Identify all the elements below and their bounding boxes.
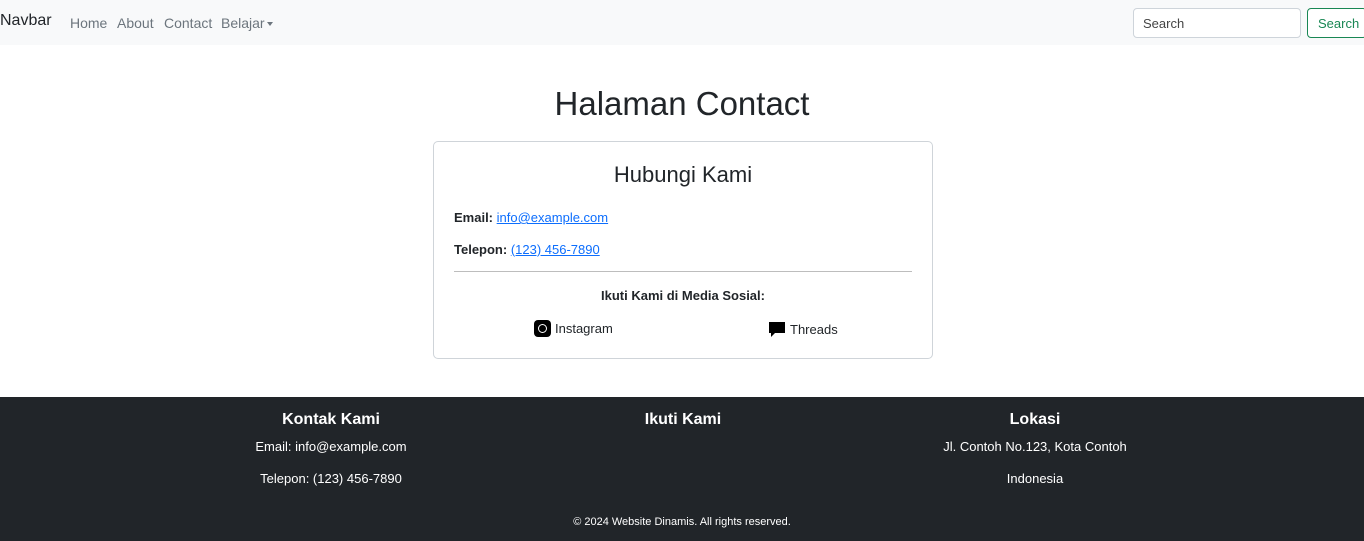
email-line: Email: info@example.com (454, 210, 608, 225)
search-input[interactable] (1133, 8, 1301, 38)
email-label: Email: (454, 210, 494, 225)
nav-link-home[interactable]: Home (70, 15, 107, 31)
copyright: © 2024 Website Dinamis. All rights reser… (573, 516, 791, 528)
footer-follow-column: Ikuti Kami (533, 411, 833, 431)
email-link[interactable]: info@example.com (497, 210, 608, 225)
navbar: Navbar Home About Contact Belajar Search (0, 0, 1364, 45)
instagram-icon (534, 320, 551, 337)
phone-line: Telepon: (123) 456-7890 (454, 242, 600, 257)
footer-address: Jl. Contoh No.123, Kota Contoh (943, 439, 1127, 454)
footer-contact-column: Kontak Kami Email: info@example.com Tele… (181, 411, 481, 486)
social-link-instagram[interactable]: Instagram (534, 320, 613, 337)
footer-location-heading: Lokasi (1009, 411, 1061, 428)
footer-country: Indonesia (1006, 471, 1064, 486)
footer-phone: Telepon: (123) 456-7890 (260, 471, 402, 486)
footer: Kontak Kami Email: info@example.com Tele… (0, 397, 1364, 541)
footer-email: Email: info@example.com (255, 439, 407, 454)
divider (454, 271, 912, 272)
phone-link[interactable]: (123) 456-7890 (511, 242, 600, 257)
card-title: Hubungi Kami (613, 162, 753, 187)
search-button[interactable]: Search (1307, 8, 1364, 38)
navbar-brand[interactable]: Navbar (0, 12, 52, 30)
page-title: Halaman Contact (554, 85, 810, 122)
social-label-instagram: Instagram (555, 321, 613, 336)
social-heading: Ikuti Kami di Media Sosial: (601, 288, 765, 303)
contact-card: Hubungi Kami Email: info@example.com Tel… (433, 141, 933, 359)
footer-location-column: Lokasi Jl. Contoh No.123, Kota Contoh In… (885, 411, 1185, 486)
nav-dropdown-belajar[interactable]: Belajar (221, 15, 273, 31)
caret-down-icon (266, 22, 273, 26)
nav-link-about[interactable]: About (117, 15, 154, 31)
nav-dropdown-belajar-label: Belajar (221, 15, 265, 31)
speech-bubble-icon (768, 320, 786, 338)
social-link-threads[interactable]: Threads (768, 320, 838, 338)
phone-label: Telepon: (454, 242, 508, 257)
social-label-threads: Threads (790, 321, 838, 337)
nav-link-contact[interactable]: Contact (164, 15, 212, 31)
footer-contact-heading: Kontak Kami (282, 411, 380, 428)
footer-follow-heading: Ikuti Kami (644, 411, 722, 428)
